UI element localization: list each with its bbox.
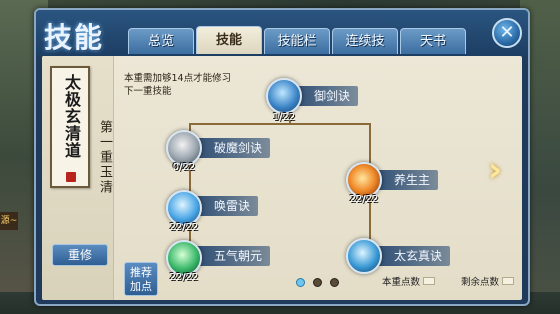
window-title: 技能 [44, 21, 105, 54]
remaining-points-value [502, 277, 515, 285]
tab-overview[interactable]: 总览 [128, 28, 194, 54]
next-page-arrow-icon[interactable]: › [488, 152, 508, 188]
tab-skills[interactable]: 技能 [196, 26, 262, 54]
tab-combo[interactable]: 连续技 [332, 28, 398, 54]
recommend-points-button[interactable]: 推荐加点 [124, 262, 158, 296]
page-indicator [296, 278, 339, 287]
page-dot-3[interactable] [330, 278, 339, 287]
blade-icon [166, 130, 202, 166]
figure-icon [166, 240, 202, 276]
skill-name: 五气朝元 [192, 246, 271, 266]
tab-heavenly-book[interactable]: 天书 [400, 28, 466, 54]
tab-skill-bar[interactable]: 技能栏 [264, 28, 330, 54]
lightning-icon [166, 190, 202, 226]
left-edge-badge: 源~ [0, 212, 18, 230]
skill-level: 1/22 [272, 112, 296, 123]
tab-bar: 总览 技能 技能栏 连续技 天书 [128, 26, 466, 54]
sword-icon [266, 78, 302, 114]
skill-level: 22/22 [169, 272, 199, 283]
skill-panel: 太极玄清道 重修 第一重玉清 本重需加够14点才能修习下一重技能 御剑诀 1/2… [42, 56, 522, 300]
page-dot-1[interactable] [296, 278, 305, 287]
swirl-icon [346, 238, 382, 274]
skill-level: 22/22 [169, 222, 199, 233]
current-points-value [423, 277, 436, 285]
flame-icon [346, 162, 382, 198]
close-icon: ✕ [499, 22, 515, 43]
skill-name: 太玄真诀 [372, 246, 451, 266]
skill-name: 破魔剑诀 [192, 138, 271, 158]
current-points-label: 本重点数 [382, 277, 421, 288]
points-summary: 本重点数 剩余点数 [382, 274, 515, 288]
remaining-points: 剩余点数 [461, 274, 515, 288]
close-button[interactable]: ✕ [492, 18, 522, 48]
skill-level: 0/22 [172, 162, 196, 173]
skill-window: 技能 总览 技能 技能栏 连续技 天书 ✕ 太极玄清道 重修 第一重玉清 本重需… [34, 8, 530, 306]
skill-level: 22/22 [349, 194, 379, 205]
current-tier-points: 本重点数 [382, 274, 436, 288]
page-dot-2[interactable] [313, 278, 322, 287]
remaining-points-label: 剩余点数 [461, 277, 500, 288]
window-header: 技能 总览 技能 技能栏 连续技 天书 ✕ [36, 10, 528, 56]
